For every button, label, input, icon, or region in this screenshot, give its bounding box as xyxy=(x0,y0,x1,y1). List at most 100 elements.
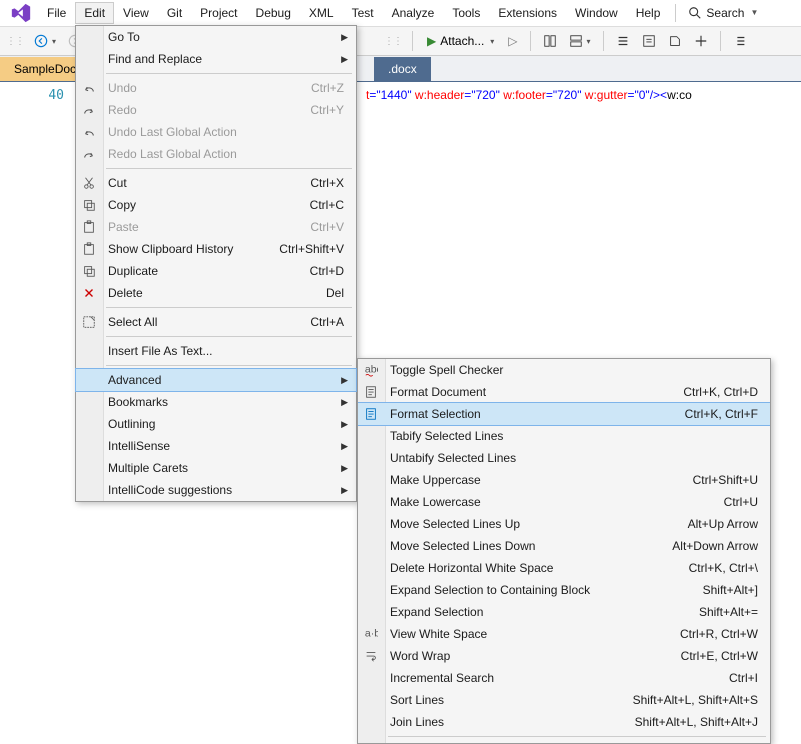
menu-item-shortcut: Alt+Down Arrow xyxy=(672,539,758,553)
menu-item-find-and-replace[interactable]: Find and Replace▶ xyxy=(76,48,356,70)
undo-global-icon xyxy=(80,123,98,141)
menu-item-label: View White Space xyxy=(390,627,487,641)
menu-window[interactable]: Window xyxy=(566,2,627,24)
menu-item-sort-lines[interactable]: Sort LinesShift+Alt+L, Shift+Alt+S xyxy=(358,689,770,711)
submenu-arrow-icon: ▶ xyxy=(341,32,348,43)
menu-item-go-to[interactable]: Go To ▶ xyxy=(76,26,356,48)
menu-item-expand-selection[interactable]: Expand SelectionShift+Alt+= xyxy=(358,601,770,623)
menu-git[interactable]: Git xyxy=(158,2,191,24)
toolbar-icon-2[interactable]: ▾ xyxy=(565,31,595,51)
menu-view[interactable]: View xyxy=(114,2,158,24)
menu-item-copy[interactable]: CopyCtrl+C xyxy=(76,194,356,216)
menu-item-label: Outlining xyxy=(108,417,155,431)
document-tab[interactable]: .docx xyxy=(374,57,431,81)
menu-item-label: Advanced xyxy=(108,373,161,387)
delete-icon xyxy=(80,284,98,302)
select-all-icon xyxy=(80,313,98,331)
menu-item-move-selected-lines-up[interactable]: Move Selected Lines UpAlt+Up Arrow xyxy=(358,513,770,535)
menu-item-undo-last-global-action: Undo Last Global Action xyxy=(76,121,356,143)
redo-global-icon xyxy=(80,145,98,163)
search-label: Search xyxy=(706,6,744,20)
attach-button[interactable]: ▶ Attach... ▾ xyxy=(421,31,500,51)
menu-item-join-lines[interactable]: Join LinesShift+Alt+L, Shift+Alt+J xyxy=(358,711,770,733)
menubar-separator xyxy=(675,4,676,22)
menu-item-incremental-search[interactable]: Incremental SearchCtrl+I xyxy=(358,667,770,689)
menu-item-label: Format Selection xyxy=(390,407,481,421)
menu-item-label: Tabify Selected Lines xyxy=(390,429,503,443)
menu-item-shortcut: Ctrl+Z xyxy=(311,81,344,95)
menu-separator xyxy=(106,73,352,74)
menu-tools[interactable]: Tools xyxy=(443,2,489,24)
menu-item-view-white-space[interactable]: a·bView White SpaceCtrl+R, Ctrl+W xyxy=(358,623,770,645)
toolbar-icon-3[interactable] xyxy=(612,31,634,51)
menu-item-toggle-spell-checker[interactable]: abcToggle Spell Checker xyxy=(358,359,770,381)
search-button[interactable]: Search ▼ xyxy=(682,4,764,22)
menu-item-label: Select All xyxy=(108,315,157,329)
menu-separator xyxy=(106,336,352,337)
attach-label: Attach... xyxy=(440,34,484,48)
menu-xml[interactable]: XML xyxy=(300,2,343,24)
menu-item-cut[interactable]: CutCtrl+X xyxy=(76,172,356,194)
svg-text:abc: abc xyxy=(365,364,378,376)
menu-item-untabify-selected-lines[interactable]: Untabify Selected Lines xyxy=(358,447,770,469)
menu-test[interactable]: Test xyxy=(343,2,383,24)
menu-item-make-uppercase[interactable]: Make UppercaseCtrl+Shift+U xyxy=(358,469,770,491)
menu-item-duplicate[interactable]: DuplicateCtrl+D xyxy=(76,260,356,282)
menu-analyze[interactable]: Analyze xyxy=(383,2,444,24)
menu-item-word-wrap[interactable]: Word WrapCtrl+E, Ctrl+W xyxy=(358,645,770,667)
menu-item-label: Format Document xyxy=(390,385,486,399)
menu-item-shortcut: Ctrl+U xyxy=(724,495,758,509)
menu-item-make-lowercase[interactable]: Make LowercaseCtrl+U xyxy=(358,491,770,513)
menu-item-intellicode-suggestions[interactable]: IntelliCode suggestions▶ xyxy=(76,479,356,501)
menu-extensions[interactable]: Extensions xyxy=(489,2,566,24)
menu-item-select-all[interactable]: Select AllCtrl+A xyxy=(76,311,356,333)
toolbar-icon-7[interactable] xyxy=(729,31,751,51)
menu-edit[interactable]: Edit xyxy=(75,2,114,24)
menu-project[interactable]: Project xyxy=(191,2,246,24)
menu-item-format-document[interactable]: Format DocumentCtrl+K, Ctrl+D xyxy=(358,381,770,403)
menu-item-format-selection[interactable]: Format SelectionCtrl+K, Ctrl+F xyxy=(358,403,770,425)
menu-item-advanced[interactable]: Advanced▶ xyxy=(76,369,356,391)
vs-logo-icon xyxy=(10,2,32,24)
toolbar-icon-1[interactable] xyxy=(539,31,561,51)
toolbar-icon-6[interactable] xyxy=(690,31,712,51)
spellcheck-icon: abc xyxy=(362,361,380,379)
menu-item-tabify-selected-lines[interactable]: Tabify Selected Lines xyxy=(358,425,770,447)
menu-item-label: Make Uppercase xyxy=(390,473,481,487)
toolbar-icon-5[interactable] xyxy=(664,31,686,51)
menu-item-multiple-carets[interactable]: Multiple Carets▶ xyxy=(76,457,356,479)
menu-item-delete[interactable]: DeleteDel xyxy=(76,282,356,304)
menu-item-shortcut: Ctrl+K, Ctrl+\ xyxy=(689,561,758,575)
clipboard-history-icon xyxy=(80,240,98,258)
menu-item-bookmarks[interactable]: Bookmarks▶ xyxy=(76,391,356,413)
start-without-debug-button[interactable]: ▷ xyxy=(504,31,521,51)
submenu-arrow-icon: ▶ xyxy=(341,54,348,65)
menu-item-insert-file-as-text[interactable]: Insert File As Text... xyxy=(76,340,356,362)
code-line: t="1440" w:header="720" w:footer="720" w… xyxy=(366,88,793,102)
whitespace-icon: a·b xyxy=(362,625,380,643)
submenu-arrow-icon: ▶ xyxy=(341,463,348,474)
menu-item-label: Copy xyxy=(108,198,136,212)
menu-item-expand-selection-to-containing-block[interactable]: Expand Selection to Containing BlockShif… xyxy=(358,579,770,601)
menu-debug[interactable]: Debug xyxy=(247,2,300,24)
nav-back-button[interactable]: ▾ xyxy=(30,31,60,51)
menu-item-intellisense[interactable]: IntelliSense▶ xyxy=(76,435,356,457)
menu-item-shortcut: Ctrl+X xyxy=(310,176,344,190)
toolbar-icon-4[interactable] xyxy=(638,31,660,51)
menu-item-outlining[interactable]: Outlining▶ xyxy=(76,413,356,435)
menu-item-label: Redo Last Global Action xyxy=(108,147,237,161)
menu-item-show-clipboard-history[interactable]: Show Clipboard HistoryCtrl+Shift+V xyxy=(76,238,356,260)
paste-icon xyxy=(80,218,98,236)
menu-help[interactable]: Help xyxy=(627,2,670,24)
menu-item-move-selected-lines-down[interactable]: Move Selected Lines DownAlt+Down Arrow xyxy=(358,535,770,557)
toolbar-grip-icon: ⋮⋮ xyxy=(384,36,402,47)
menu-item-undo: UndoCtrl+Z xyxy=(76,77,356,99)
menu-item-delete-horizontal-white-space[interactable]: Delete Horizontal White SpaceCtrl+K, Ctr… xyxy=(358,557,770,579)
menu-item-label: Go To xyxy=(108,30,140,44)
menu-item-label: Paste xyxy=(108,220,139,234)
menu-item-truncated[interactable]: Next subwordCtrl+Alt+Right Arrow xyxy=(358,740,770,744)
menu-item-label: IntelliCode suggestions xyxy=(108,483,232,497)
menu-item-shortcut: Shift+Alt+] xyxy=(703,583,758,597)
search-icon xyxy=(688,6,702,20)
menu-file[interactable]: File xyxy=(38,2,75,24)
